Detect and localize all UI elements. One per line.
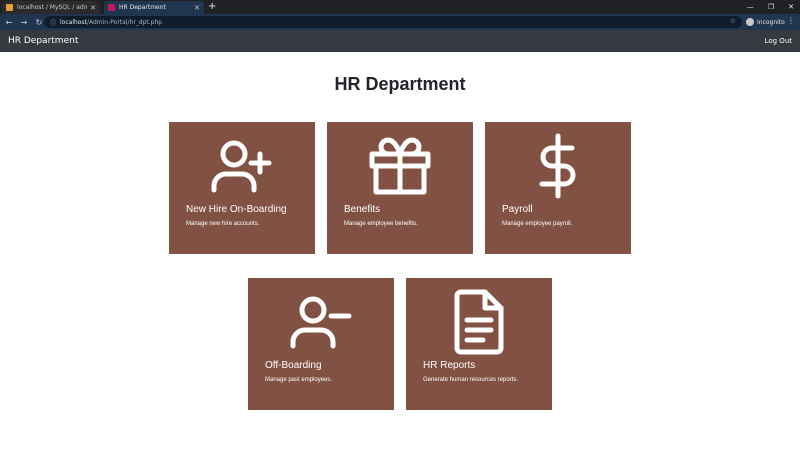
browser-tab-hr-department[interactable]: HR Department ✕ xyxy=(104,1,204,14)
card-off-boarding[interactable]: Off-Boarding Manage past employees. xyxy=(248,278,394,410)
phpmyadmin-favicon-icon xyxy=(6,4,13,11)
minimize-icon[interactable]: — xyxy=(747,1,754,13)
restore-icon[interactable]: ❐ xyxy=(768,1,774,13)
dollar-icon xyxy=(485,130,631,202)
gift-icon xyxy=(327,130,473,202)
browser-tab-strip: localhost / MySQL / admin / usu ✕ HR Dep… xyxy=(0,0,800,14)
card-title: New Hire On-Boarding xyxy=(186,204,287,215)
browser-toolbar: ← → ↻ ⓘ localhost /Admin-Portal/hr_dpt.p… xyxy=(0,14,800,30)
browser-tab-title: HR Department xyxy=(119,4,166,11)
card-title: Off-Boarding xyxy=(265,360,322,371)
new-tab-plus-icon[interactable]: + xyxy=(208,1,216,13)
card-description: Manage employee benefits. xyxy=(344,221,418,227)
card-benefits[interactable]: Benefits Manage employee benefits. xyxy=(327,122,473,254)
user-plus-icon xyxy=(169,130,315,202)
card-description: Manage past employees. xyxy=(265,377,333,383)
card-hr-reports[interactable]: HR Reports Generate human resources repo… xyxy=(406,278,552,410)
incognito-indicator[interactable]: Incognito xyxy=(746,16,785,28)
card-description: Manage employee payroll. xyxy=(502,221,573,227)
close-icon[interactable]: ✕ xyxy=(90,4,96,12)
card-title: HR Reports xyxy=(423,360,476,371)
browser-menu-icon[interactable]: ⋮ xyxy=(787,16,795,25)
info-icon[interactable]: ⓘ xyxy=(50,18,56,27)
file-text-icon xyxy=(406,286,552,358)
browser-tab-title: localhost / MySQL / admin / usu xyxy=(17,4,88,11)
close-icon[interactable]: ✕ xyxy=(194,4,200,12)
card-title: Benefits xyxy=(344,204,381,215)
browser-tab-phpmyadmin[interactable]: localhost / MySQL / admin / usu ✕ xyxy=(2,1,100,14)
incognito-label: Incognito xyxy=(757,18,785,26)
navbar-brand[interactable]: HR Department xyxy=(8,36,78,46)
card-description: Manage new hire accounts. xyxy=(186,221,260,227)
address-bar[interactable]: ⓘ localhost /Admin-Portal/hr_dpt.php ☆ xyxy=(44,16,742,28)
card-description: Generate human resources reports. xyxy=(423,377,519,383)
card-payroll[interactable]: Payroll Manage employee payroll. xyxy=(485,122,631,254)
card-new-hire-onboarding[interactable]: New Hire On-Boarding Manage new hire acc… xyxy=(169,122,315,254)
logout-link[interactable]: Log Out xyxy=(765,37,792,45)
bookmark-star-icon[interactable]: ☆ xyxy=(730,17,736,25)
user-minus-icon xyxy=(248,286,394,358)
window-close-icon[interactable]: ✕ xyxy=(788,1,794,13)
page-title: HR Department xyxy=(334,74,466,94)
window-controls: — ❐ ✕ xyxy=(747,1,794,13)
back-arrow-icon[interactable]: ← xyxy=(3,18,15,27)
url-host: localhost xyxy=(60,18,87,26)
card-title: Payroll xyxy=(502,204,533,215)
app-navbar: HR Department Log Out xyxy=(0,30,800,52)
url-path: /Admin-Portal/hr_dpt.php xyxy=(86,18,163,26)
incognito-icon xyxy=(746,18,754,26)
forward-arrow-icon[interactable]: → xyxy=(18,18,30,27)
page-favicon-icon xyxy=(108,4,115,11)
